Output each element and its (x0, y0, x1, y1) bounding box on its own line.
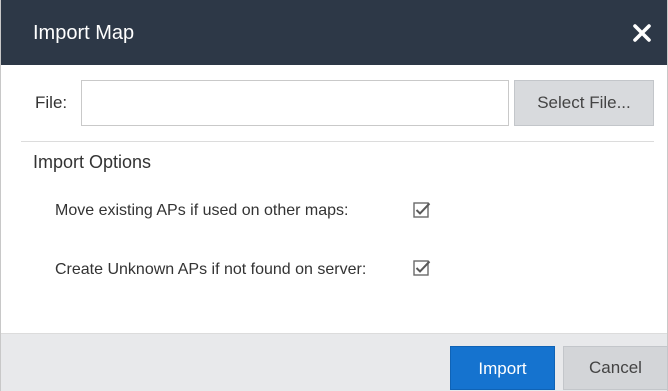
file-row: File: Select File... (1, 80, 667, 128)
select-file-button[interactable]: Select File... (514, 80, 654, 126)
dialog-footer: Import Cancel (1, 333, 668, 391)
file-label: File: (35, 93, 68, 112)
import-options-title: Import Options (33, 152, 152, 172)
option-create-unknown-aps-label: Create Unknown APs if not found on serve… (55, 261, 367, 278)
create-unknown-aps-checkbox[interactable] (413, 259, 431, 277)
dialog-title: Import Map (33, 22, 135, 44)
file-path-input[interactable] (81, 80, 509, 126)
move-existing-aps-checkbox[interactable] (413, 201, 431, 219)
section-divider (21, 141, 654, 142)
close-icon[interactable] (631, 22, 653, 44)
dialog-titlebar: Import Map (1, 0, 667, 65)
import-map-dialog: Import Map File: Select File... Import O… (0, 0, 668, 391)
option-move-existing-aps-label: Move existing APs if used on other maps: (55, 202, 349, 219)
import-button[interactable]: Import (450, 346, 555, 390)
cancel-button[interactable]: Cancel (563, 346, 668, 390)
